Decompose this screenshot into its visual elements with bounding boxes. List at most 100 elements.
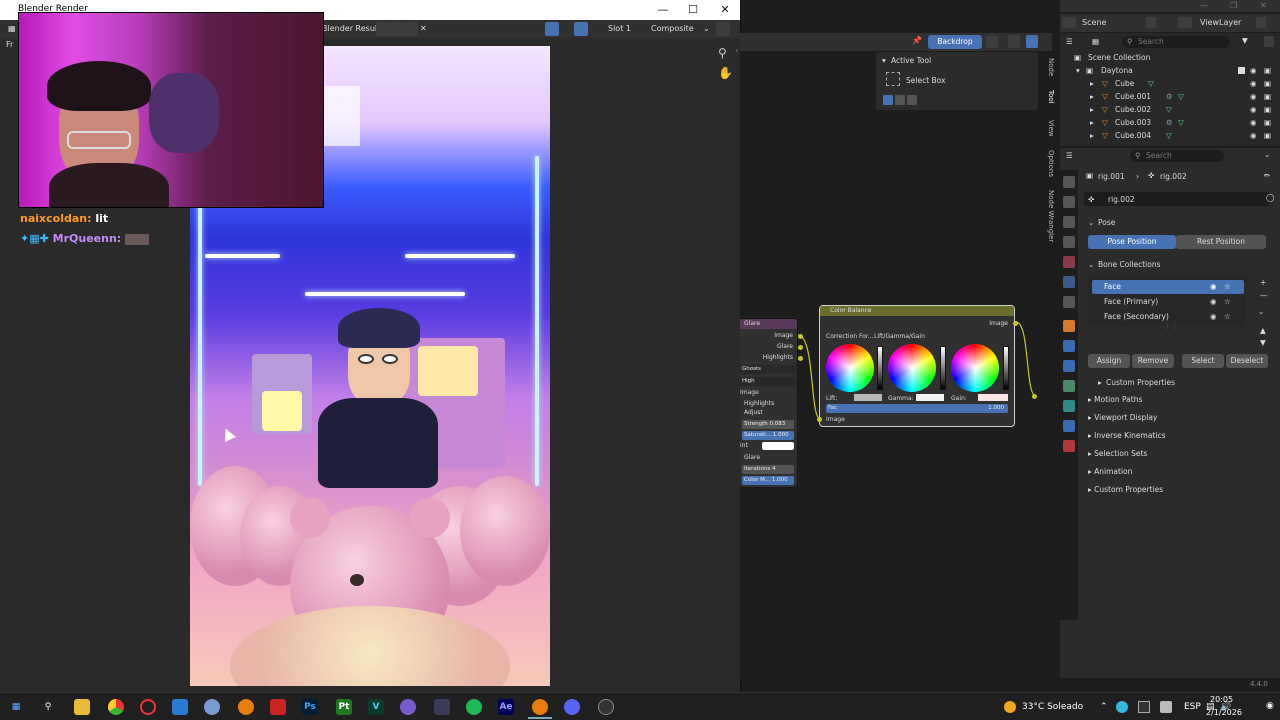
outliner-row[interactable]: ▸ ▽ Cube.003 ⚙ ▽ ◉ ▣	[1060, 116, 1280, 129]
chevron-right-icon[interactable]: ▸	[1090, 129, 1094, 142]
tab-node-wrangler[interactable]: Node Wrangler	[1043, 190, 1055, 242]
panel-custom-properties[interactable]: ▸ Custom Properties	[1084, 482, 1276, 498]
blender-icon[interactable]	[238, 699, 254, 715]
bone-collection-item[interactable]: Face (Secondary) ◉ ☆	[1092, 310, 1244, 324]
slot-dropdown[interactable]: Slot 1	[608, 24, 631, 33]
chevron-right-icon[interactable]: ▸	[1090, 103, 1094, 116]
bone-tab-icon[interactable]	[1063, 400, 1075, 412]
clock-date[interactable]: 2/1/2026	[1206, 708, 1242, 717]
blender-icon[interactable]	[532, 699, 548, 715]
zoom-icon[interactable]: ⚲	[718, 46, 727, 60]
remove-button[interactable]: Remove	[1132, 354, 1174, 368]
tray-app-icon[interactable]	[1116, 701, 1128, 713]
gain-color-wheel[interactable]	[951, 344, 999, 392]
panel-animation[interactable]: ▸ Animation	[1084, 464, 1276, 480]
layer-dropdown[interactable]: Composite	[651, 24, 694, 33]
chevron-right-icon[interactable]: ▸	[1090, 116, 1094, 129]
outliner-row[interactable]: ▸ ▽ Cube ▽ ◉ ▣	[1060, 77, 1280, 90]
discord-icon[interactable]	[564, 699, 580, 715]
pose-panel-title[interactable]: Pose	[1098, 218, 1115, 227]
display-channels-icon[interactable]	[716, 22, 730, 36]
output-tab-icon[interactable]	[1063, 216, 1075, 228]
physics-tab-icon[interactable]	[1063, 360, 1075, 372]
select-mode-new-icon[interactable]	[883, 95, 893, 105]
tint-color-swatch[interactable]	[762, 442, 794, 450]
eye-icon[interactable]: ◉	[1250, 129, 1257, 142]
search-icon[interactable]: ⚲	[40, 699, 56, 715]
deselect-button[interactable]: Deselect	[1226, 354, 1268, 368]
scene-name[interactable]: Scene	[1082, 18, 1106, 27]
chevron-right-icon[interactable]: ▸	[1098, 378, 1102, 387]
outliner-row[interactable]: ▸ ▽ Cube.004 ▽ ◉ ▣	[1060, 129, 1280, 142]
gain-color-swatch[interactable]	[978, 394, 1008, 401]
tab-node[interactable]: Node	[1043, 58, 1055, 76]
tab-tool[interactable]: Tool	[1043, 90, 1055, 104]
notifications-icon[interactable]: ◉	[1266, 701, 1274, 711]
star-icon[interactable]: ☆	[1224, 295, 1231, 309]
scene-tab-icon[interactable]	[1063, 256, 1075, 268]
new-collection-icon[interactable]	[1264, 36, 1274, 47]
outliner-row[interactable]: ▸ ▽ Cube.001 ⚙ ▽ ◉ ▣	[1060, 90, 1280, 103]
tab-options[interactable]: Options	[1043, 150, 1055, 177]
lift-color-wheel[interactable]	[826, 344, 874, 392]
new-view-layer-icon[interactable]	[1256, 17, 1266, 28]
chevron-down-icon[interactable]: ▾	[1076, 64, 1080, 77]
weather-text[interactable]: 33°C Soleado	[1022, 702, 1083, 712]
view-layer-icon[interactable]	[1178, 17, 1192, 28]
outliner-search-input[interactable]: Search	[1122, 36, 1230, 48]
properties-search-input[interactable]: Search	[1130, 150, 1224, 162]
camera-icon[interactable]: ▣	[1264, 77, 1271, 90]
eye-icon[interactable]: ◉	[1250, 116, 1257, 129]
iterations-field[interactable]: Iterations 4	[742, 465, 794, 474]
backdrop-toggle[interactable]: Backdrop	[928, 35, 982, 49]
camera-icon[interactable]: ▣	[1264, 90, 1271, 103]
snap-icon[interactable]	[1008, 35, 1020, 48]
tool-tab-icon[interactable]	[1063, 176, 1075, 188]
outliner-row[interactable]: ▸ ▽ Cube.002 ▽ ◉ ▣	[1060, 103, 1280, 116]
mode-dropdown[interactable]: Lift/Gamma/Gain	[874, 333, 925, 340]
render-tab-icon[interactable]	[1063, 196, 1075, 208]
outliner-row[interactable]: ▾ ▣ Daytona ◉ ▣	[1060, 64, 1280, 77]
camera-icon[interactable]: ▣	[1264, 64, 1271, 77]
eye-icon[interactable]: ◉	[1250, 64, 1257, 77]
overlay-icon[interactable]	[574, 22, 588, 36]
pan-hand-icon[interactable]: ✋	[718, 66, 733, 80]
menu-fragment[interactable]: Fr	[6, 40, 13, 49]
input-socket[interactable]	[817, 417, 822, 422]
close-icon[interactable]: ✕	[1260, 1, 1267, 10]
color-modulation-field[interactable]: Color M... 1.000	[742, 476, 794, 485]
clock-time[interactable]: 20:05	[1210, 695, 1233, 704]
remove-icon[interactable]: —	[1260, 291, 1268, 300]
star-icon[interactable]: ☆	[1224, 310, 1231, 324]
photoshop-icon[interactable]: Ps	[302, 699, 318, 715]
saturation-field[interactable]: Saturati... 1.000	[742, 431, 794, 440]
object-tab-icon[interactable]	[1063, 320, 1075, 332]
custom-properties-subpanel[interactable]: Custom Properties	[1106, 378, 1175, 387]
pin-icon[interactable]: ✏	[1264, 171, 1270, 180]
add-icon[interactable]: +	[1260, 278, 1266, 287]
display-mode-icon[interactable]: ▦	[1092, 37, 1099, 46]
star-icon[interactable]: ☆	[1224, 280, 1231, 294]
eye-icon[interactable]: ◉	[1250, 77, 1257, 90]
open-image-icon[interactable]	[404, 22, 418, 36]
voice-app-icon[interactable]	[270, 699, 286, 715]
spotify-icon[interactable]	[466, 699, 482, 715]
checkbox-icon[interactable]	[1238, 67, 1245, 74]
rest-position-button[interactable]: Rest Position	[1176, 235, 1266, 249]
chevron-down-icon[interactable]: ⌄	[1264, 150, 1270, 159]
tab-view[interactable]: View	[1043, 120, 1055, 137]
fac-slider[interactable]: Fac 1.000	[826, 404, 1008, 413]
chevron-right-icon[interactable]: ▸	[1090, 90, 1094, 103]
davinci-icon[interactable]	[434, 699, 450, 715]
view-layer-name[interactable]: ViewLayer	[1200, 18, 1241, 27]
gamma-color-wheel[interactable]	[888, 344, 936, 392]
close-icon[interactable]: ✕	[710, 0, 740, 20]
gizmo-icon[interactable]	[545, 22, 559, 36]
windows-start-icon[interactable]: ▦	[8, 699, 24, 715]
chevron-down-icon[interactable]: ⌄	[1258, 307, 1264, 316]
modifier-tab-icon[interactable]	[1063, 340, 1075, 352]
camera-icon[interactable]: ▣	[1264, 129, 1271, 142]
maximize-icon[interactable]: ☐	[678, 0, 708, 20]
minimize-icon[interactable]: —	[648, 0, 678, 20]
properties-editor-icon[interactable]: ☰	[1066, 151, 1073, 160]
